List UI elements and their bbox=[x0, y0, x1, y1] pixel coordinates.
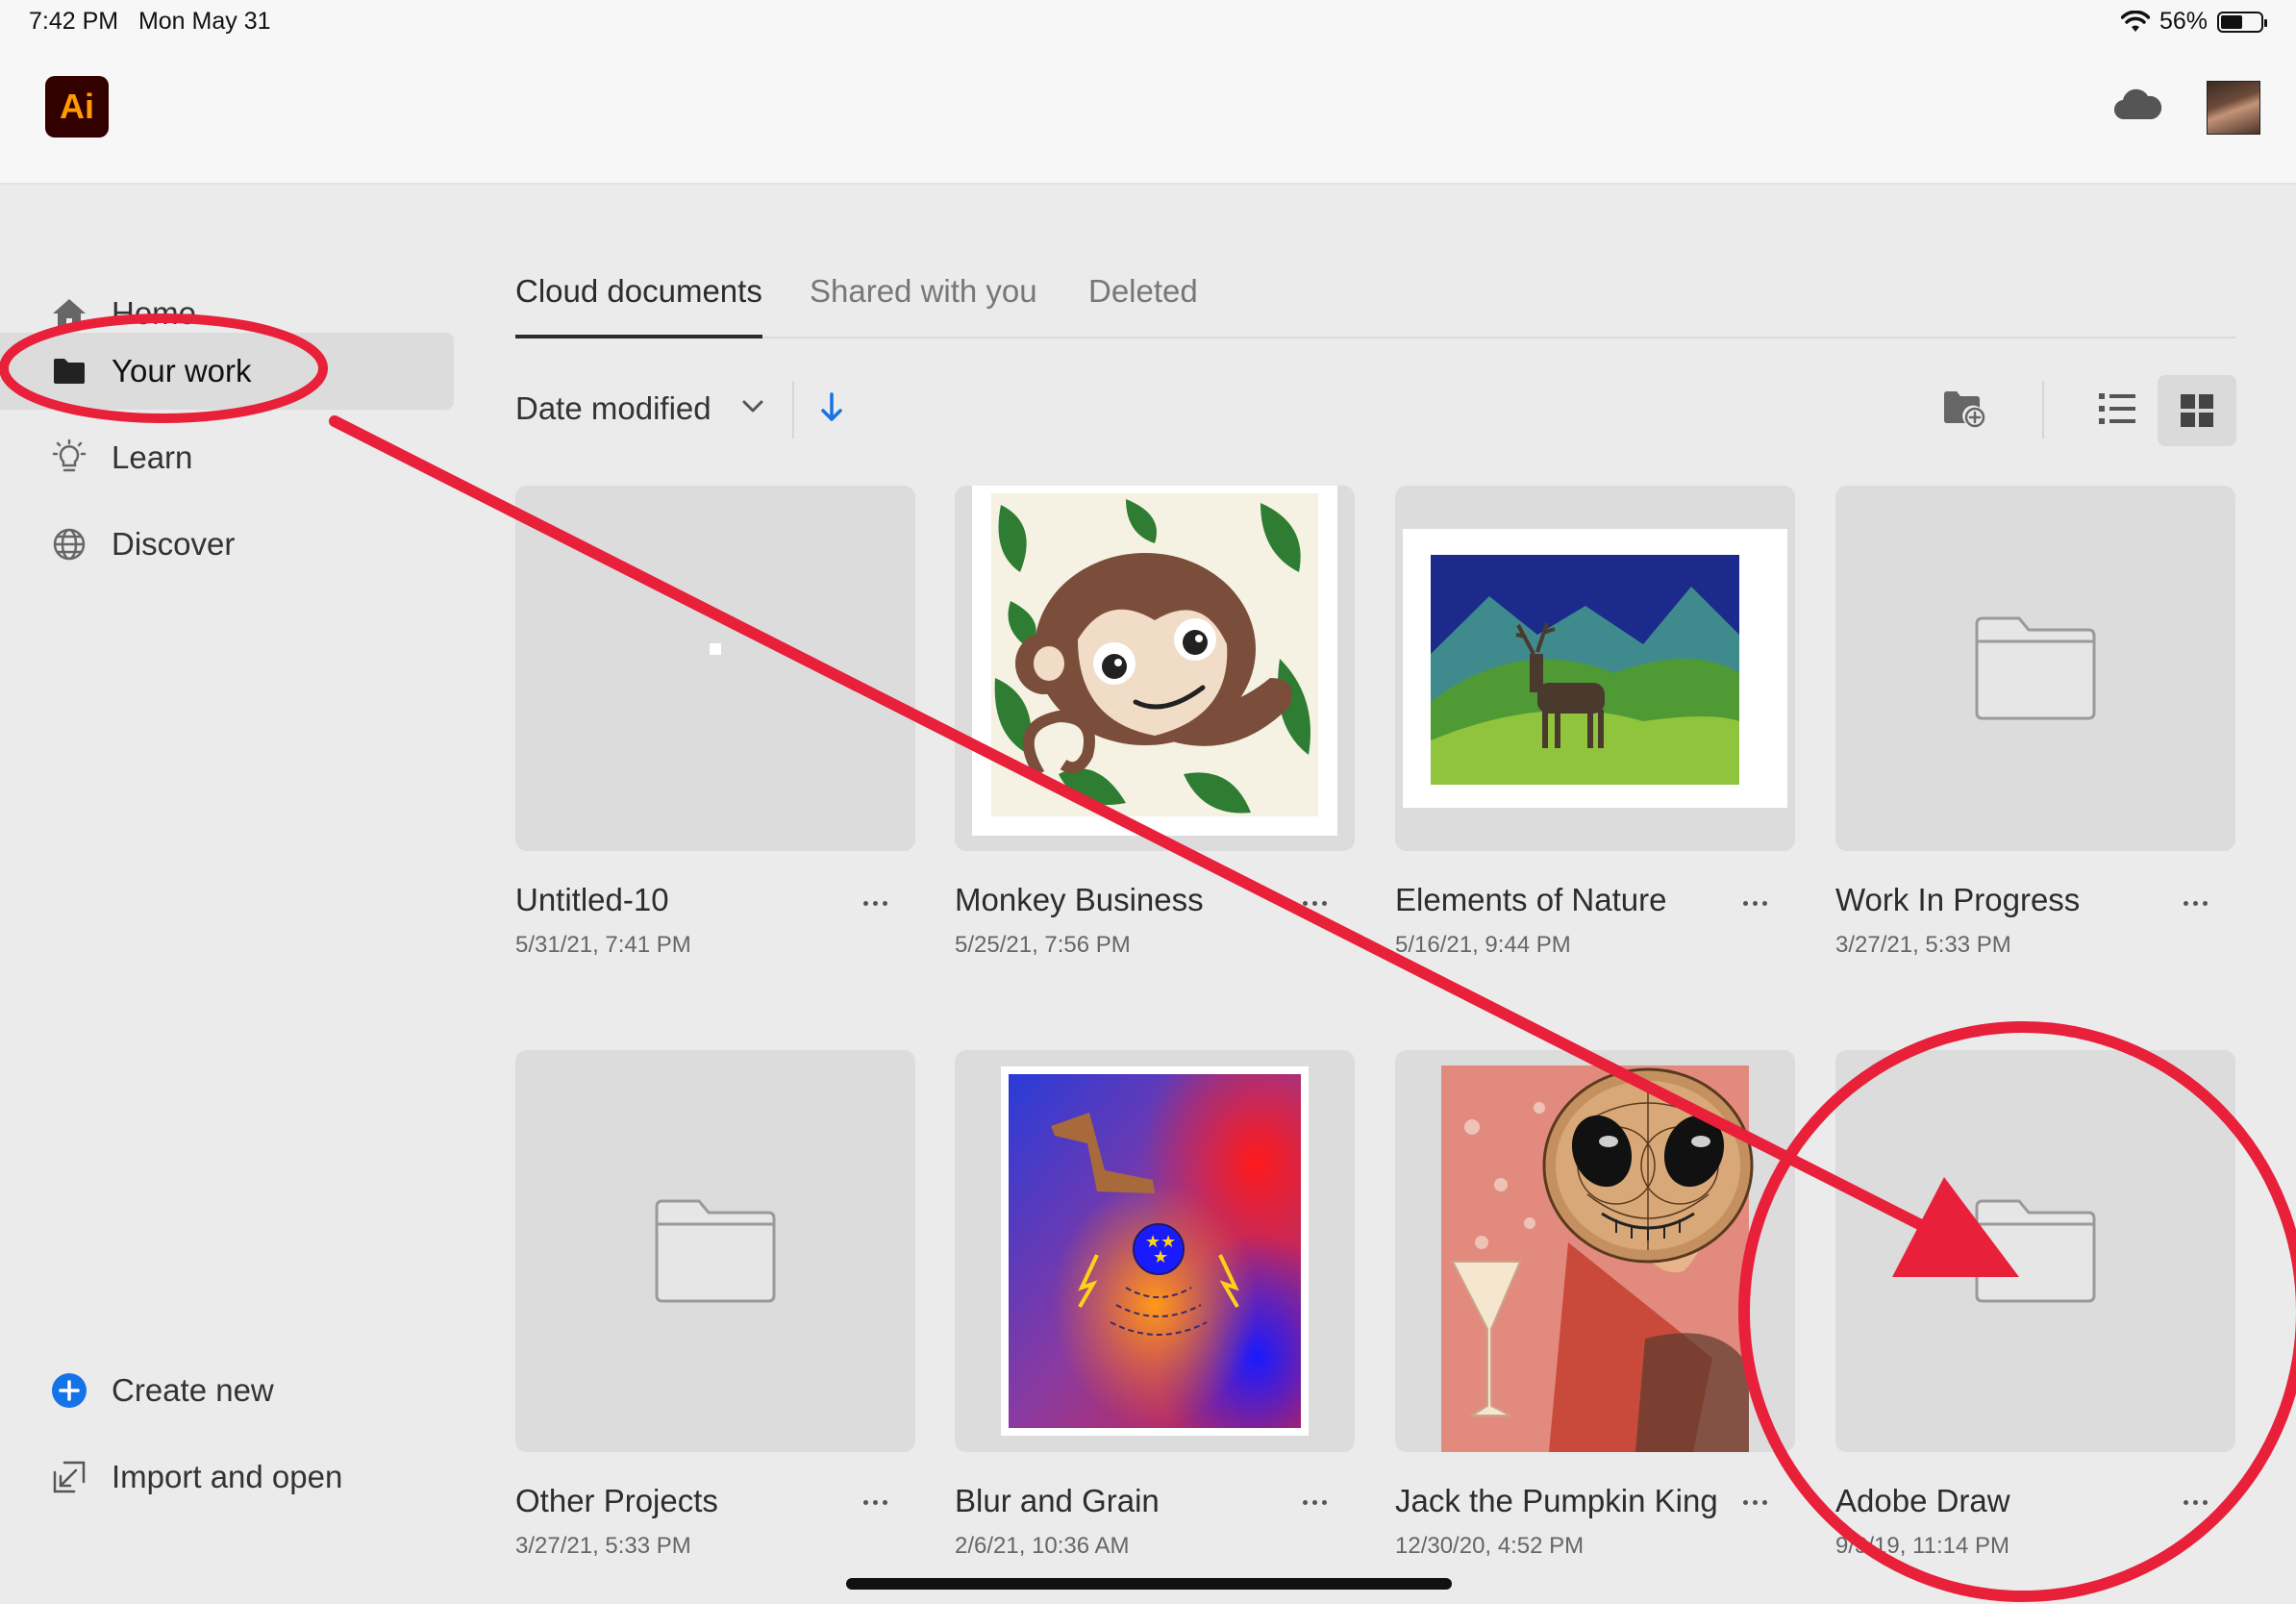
more-options-icon[interactable] bbox=[1293, 1492, 1335, 1512]
sort-toolbar: Date modified bbox=[515, 375, 2236, 446]
folder-icon bbox=[1975, 616, 2096, 720]
import-icon bbox=[50, 1458, 88, 1496]
document-date: 5/16/21, 9:44 PM bbox=[1395, 932, 1571, 958]
cloud-icon[interactable] bbox=[2111, 85, 2163, 123]
blank-artboard bbox=[710, 643, 721, 655]
elk-landscape-artwork bbox=[1403, 529, 1787, 808]
folder-thumbnail[interactable] bbox=[1835, 1050, 2235, 1452]
sidebar-item-your-work[interactable]: Your work bbox=[50, 342, 252, 400]
folder-icon bbox=[50, 352, 88, 390]
create-new-button[interactable]: Create new bbox=[50, 1362, 274, 1419]
battery-percent: 56% bbox=[2159, 8, 2208, 35]
folder-card[interactable]: Adobe Draw 9/3/19, 11:14 PM bbox=[1835, 1050, 2235, 1560]
sidebar-item-home[interactable]: Home bbox=[50, 285, 196, 342]
folder-thumbnail[interactable] bbox=[515, 1050, 915, 1452]
import-and-open-label: Import and open bbox=[112, 1459, 343, 1494]
import-and-open-button[interactable]: Import and open bbox=[50, 1448, 342, 1506]
tab-deleted[interactable]: Deleted bbox=[1088, 273, 1198, 338]
home-icon bbox=[50, 294, 88, 333]
sidebar-item-label: Your work bbox=[112, 353, 252, 388]
sort-direction-arrow-icon[interactable] bbox=[817, 388, 846, 427]
status-indicators: 56% bbox=[2120, 8, 2267, 36]
document-tabs: Cloud documents Shared with you Deleted bbox=[515, 260, 2236, 338]
create-new-label: Create new bbox=[112, 1372, 274, 1408]
status-clock: 7:42 PM Mon May 31 bbox=[29, 8, 271, 36]
document-card[interactable]: Elements of Nature 5/16/21, 9:44 PM bbox=[1395, 486, 1795, 959]
grid-view-icon bbox=[2181, 394, 2213, 427]
document-date: 5/25/21, 7:56 PM bbox=[955, 932, 1131, 958]
more-options-icon[interactable] bbox=[1293, 893, 1335, 913]
folder-icon bbox=[655, 1199, 776, 1303]
wifi-icon bbox=[2120, 10, 2150, 32]
document-thumbnail[interactable] bbox=[1395, 486, 1795, 851]
tab-shared-with-you[interactable]: Shared with you bbox=[810, 273, 1037, 338]
app-header: 7:42 PM Mon May 31 56% Ai bbox=[0, 0, 2296, 185]
sort-dropdown[interactable]: Date modified bbox=[515, 390, 711, 427]
document-thumbnail[interactable] bbox=[515, 486, 915, 851]
folder-thumbnail[interactable] bbox=[1835, 486, 2235, 851]
folder-card[interactable]: Other Projects 3/27/21, 5:33 PM bbox=[515, 1050, 915, 1560]
document-date: 5/31/21, 7:41 PM bbox=[515, 932, 691, 958]
divider bbox=[2042, 381, 2044, 439]
document-card[interactable]: Jack the Pumpkin King 12/30/20, 4:52 PM bbox=[1395, 1050, 1795, 1560]
sidebar-item-label: Home bbox=[112, 295, 197, 331]
tab-cloud-documents[interactable]: Cloud documents bbox=[515, 273, 762, 338]
document-date: 12/30/20, 4:52 PM bbox=[1395, 1533, 1585, 1559]
svg-text:★: ★ bbox=[1153, 1247, 1168, 1267]
document-date: 2/6/21, 10:36 AM bbox=[955, 1533, 1130, 1559]
pumpkin-king-artwork bbox=[1441, 1065, 1754, 1452]
more-options-icon[interactable] bbox=[2174, 1492, 2216, 1512]
monkey-artwork bbox=[972, 486, 1337, 836]
blur-grain-artwork: ★ ★ ★ bbox=[1001, 1066, 1309, 1436]
grid-view-button[interactable] bbox=[2158, 375, 2236, 446]
battery-icon bbox=[2217, 11, 2267, 33]
folder-date: 9/3/19, 11:14 PM bbox=[1835, 1533, 2010, 1559]
more-options-icon[interactable] bbox=[854, 1492, 896, 1512]
document-card[interactable]: ★ ★ ★ Blur and Grain 2/6/21, 10:36 AM bbox=[955, 1050, 1355, 1560]
status-date: Mon May 31 bbox=[137, 8, 271, 35]
list-view-icon[interactable] bbox=[2098, 390, 2136, 427]
document-thumbnail[interactable]: ★ ★ ★ bbox=[955, 1050, 1355, 1452]
home-indicator bbox=[846, 1578, 1452, 1590]
sidebar: Home Your work Learn Discover Create new bbox=[0, 185, 462, 1604]
chevron-down-icon[interactable] bbox=[738, 392, 767, 421]
document-card[interactable]: Monkey Business 5/25/21, 7:56 PM bbox=[955, 486, 1355, 959]
more-options-icon[interactable] bbox=[2174, 893, 2216, 913]
folder-date: 3/27/21, 5:33 PM bbox=[1835, 932, 2011, 958]
lightbulb-icon bbox=[50, 439, 88, 477]
sidebar-item-discover[interactable]: Discover bbox=[50, 515, 235, 573]
sidebar-item-label: Learn bbox=[112, 439, 193, 475]
plus-circle-icon bbox=[50, 1371, 88, 1410]
new-folder-icon[interactable] bbox=[1942, 388, 1986, 429]
more-options-icon[interactable] bbox=[854, 893, 896, 913]
more-options-icon[interactable] bbox=[1734, 1492, 1776, 1512]
document-thumbnail[interactable] bbox=[955, 486, 1355, 851]
avatar[interactable] bbox=[2207, 81, 2260, 135]
folder-date: 3/27/21, 5:33 PM bbox=[515, 1533, 691, 1559]
document-card[interactable]: Untitled-10 5/31/21, 7:41 PM bbox=[515, 486, 915, 959]
folder-icon bbox=[1975, 1199, 2096, 1303]
document-thumbnail[interactable] bbox=[1395, 1050, 1795, 1452]
folder-card[interactable]: Work In Progress 3/27/21, 5:33 PM bbox=[1835, 486, 2235, 959]
status-time: 7:42 PM bbox=[29, 8, 119, 35]
sidebar-item-learn[interactable]: Learn bbox=[50, 429, 192, 487]
sidebar-item-label: Discover bbox=[112, 526, 236, 562]
more-options-icon[interactable] bbox=[1734, 893, 1776, 913]
divider bbox=[792, 381, 794, 439]
illustrator-logo[interactable]: Ai bbox=[45, 76, 109, 138]
globe-icon bbox=[50, 525, 88, 564]
